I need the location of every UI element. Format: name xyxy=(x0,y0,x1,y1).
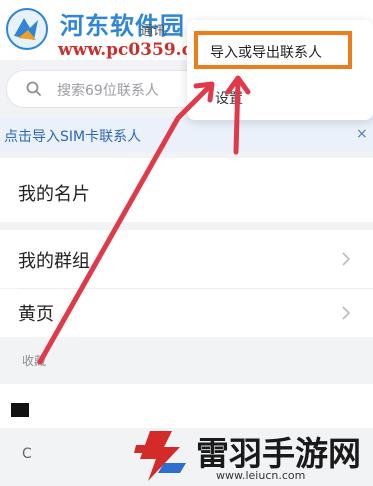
footer-brand-name: 雷羽手游网 xyxy=(196,434,361,473)
search-icon xyxy=(26,81,41,96)
my-card-label: 我的名片 xyxy=(18,184,90,205)
favorites-section-title: 收藏 xyxy=(22,354,47,368)
avatar xyxy=(11,403,29,417)
favorite-contact-row[interactable] xyxy=(0,384,373,428)
brand-logo-icon xyxy=(134,431,186,481)
menu-item-import-export[interactable]: 导入或导出联系人 xyxy=(194,31,352,69)
import-sim-banner[interactable]: 点击导入SIM卡联系人 × xyxy=(0,118,373,152)
watermark-site-url: www.pc0359.cn xyxy=(58,40,205,60)
header-partial-title: 通讯 xyxy=(140,24,167,39)
chevron-right-icon xyxy=(342,252,351,266)
yellow-pages-row[interactable]: 黄页 xyxy=(0,289,373,337)
footer-brand-url: www.leiucn.com xyxy=(216,469,306,482)
footer-watermark: 雷羽手游网 www.leiucn.com xyxy=(128,425,373,486)
import-sim-label[interactable]: 点击导入SIM卡联系人 xyxy=(4,126,141,146)
close-icon[interactable]: × xyxy=(356,126,368,142)
section-letter-c: C xyxy=(22,446,32,462)
watermark-site-title: 河东软件园 xyxy=(60,11,185,40)
menu-item-import-export-label: 导入或导出联系人 xyxy=(210,45,322,61)
yellow-pages-label: 黄页 xyxy=(18,304,54,325)
menu-item-settings[interactable]: 设置 xyxy=(215,88,243,108)
my-card-row[interactable]: 我的名片 xyxy=(0,158,373,222)
chevron-right-icon xyxy=(342,306,351,320)
my-groups-label: 我的群组 xyxy=(18,251,90,272)
search-placeholder: 搜索69位联系人 xyxy=(57,83,159,99)
my-groups-row[interactable]: 我的群组 xyxy=(0,230,373,288)
site-logo-icon xyxy=(6,8,48,50)
overflow-dropdown-menu: 导入或导出联系人 设置 xyxy=(187,20,373,120)
